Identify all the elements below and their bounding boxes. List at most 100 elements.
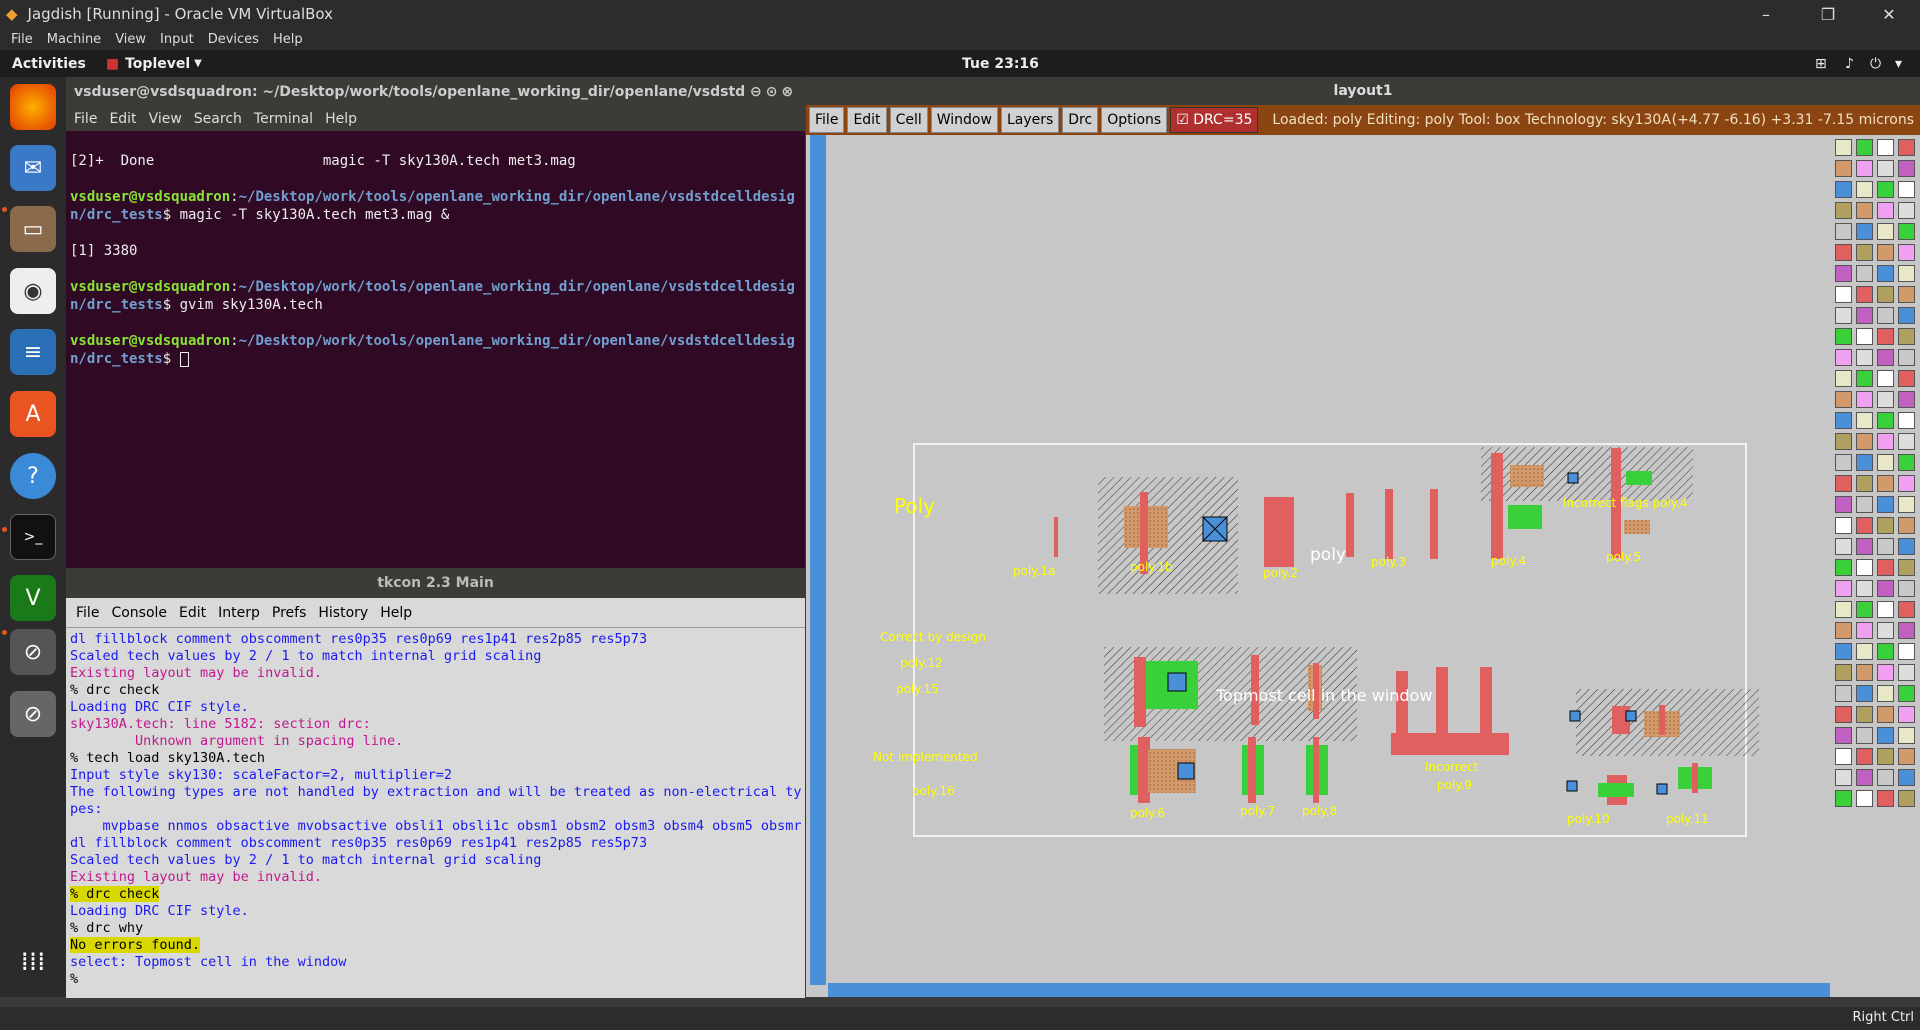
close-icon[interactable]: ⊗ (781, 84, 793, 100)
layer-swatch[interactable] (1835, 202, 1852, 219)
app-menu[interactable]: Toplevel (125, 56, 190, 72)
rhythmbox-icon[interactable]: ◉ (10, 268, 56, 314)
layer-swatch[interactable] (1835, 538, 1852, 555)
layer-swatch[interactable] (1898, 349, 1915, 366)
app-grid-icon[interactable]: ⁞⁞⁞ (10, 939, 56, 985)
layer-swatch[interactable] (1856, 496, 1873, 513)
layer-swatch[interactable] (1898, 181, 1915, 198)
minimize-icon[interactable]: ⊖ (750, 84, 762, 100)
layer-swatch[interactable] (1898, 538, 1915, 555)
layer-swatch[interactable] (1856, 475, 1873, 492)
layer-swatch[interactable] (1856, 181, 1873, 198)
magic-app-icon[interactable]: ⊘ (10, 629, 56, 675)
layer-swatch[interactable] (1877, 307, 1894, 324)
layer-swatch[interactable] (1898, 790, 1915, 807)
layer-swatch[interactable] (1898, 769, 1915, 786)
minimize-icon[interactable]: – (1743, 0, 1789, 28)
layer-swatch[interactable] (1835, 307, 1852, 324)
layer-swatch[interactable] (1877, 538, 1894, 555)
layer-swatch[interactable] (1877, 223, 1894, 240)
tk-menu-edit[interactable]: Edit (179, 605, 206, 621)
layout-canvas[interactable]: Poly poly.1a poly.1b poly.2 poly poly.3 … (828, 135, 1830, 981)
layer-swatch[interactable] (1877, 643, 1894, 660)
layer-swatch[interactable] (1856, 286, 1873, 303)
layer-swatch[interactable] (1856, 391, 1873, 408)
layer-swatch[interactable] (1856, 265, 1873, 282)
layer-swatch[interactable] (1856, 706, 1873, 723)
layer-swatch[interactable] (1898, 622, 1915, 639)
layer-swatch[interactable] (1898, 244, 1915, 261)
layer-swatch[interactable] (1898, 685, 1915, 702)
tk-menu-help[interactable]: Help (380, 605, 412, 621)
software-icon[interactable]: A (10, 391, 56, 437)
layer-swatch[interactable] (1877, 286, 1894, 303)
layer-swatch[interactable] (1835, 580, 1852, 597)
magic-menu-edit[interactable]: Edit (847, 107, 887, 133)
layer-swatch[interactable] (1877, 391, 1894, 408)
layer-swatch[interactable] (1877, 349, 1894, 366)
layer-swatch[interactable] (1856, 412, 1873, 429)
layer-swatch[interactable] (1835, 181, 1852, 198)
layer-swatch[interactable] (1835, 496, 1852, 513)
layer-swatch[interactable] (1898, 706, 1915, 723)
layer-swatch[interactable] (1877, 412, 1894, 429)
layer-swatch[interactable] (1856, 580, 1873, 597)
term-menu-terminal[interactable]: Terminal (254, 111, 313, 127)
layer-swatch[interactable] (1856, 643, 1873, 660)
layer-swatch[interactable] (1835, 160, 1852, 177)
layer-swatch[interactable] (1856, 601, 1873, 618)
layer-swatch[interactable] (1898, 412, 1915, 429)
drc-count-button[interactable]: ☑ DRC=35 (1170, 107, 1259, 133)
magic-app-icon-2[interactable]: ⊘ (10, 691, 56, 737)
layer-swatch[interactable] (1877, 727, 1894, 744)
layer-swatch[interactable] (1835, 790, 1852, 807)
layer-swatch[interactable] (1877, 265, 1894, 282)
layer-swatch[interactable] (1856, 769, 1873, 786)
close-icon[interactable]: ✕ (1866, 0, 1912, 28)
files-icon[interactable]: ▭ (10, 206, 56, 252)
menu-file[interactable]: File (11, 32, 33, 47)
layer-swatch[interactable] (1877, 580, 1894, 597)
thunderbird-icon[interactable]: ✉ (10, 145, 56, 191)
layer-swatch[interactable] (1856, 538, 1873, 555)
layer-swatch[interactable] (1856, 685, 1873, 702)
layer-swatch[interactable] (1877, 181, 1894, 198)
tk-menu-console[interactable]: Console (111, 605, 167, 621)
layer-swatch[interactable] (1856, 202, 1873, 219)
volume-icon[interactable]: ♪ (1845, 56, 1854, 72)
layer-swatch[interactable] (1898, 643, 1915, 660)
layer-swatch[interactable] (1835, 433, 1852, 450)
layer-swatch[interactable] (1835, 349, 1852, 366)
layer-swatch[interactable] (1856, 307, 1873, 324)
magic-menu-options[interactable]: Options (1101, 107, 1168, 133)
layer-swatch[interactable] (1898, 580, 1915, 597)
magic-menu-drc[interactable]: Drc (1062, 107, 1099, 133)
firefox-icon[interactable] (10, 84, 56, 130)
layer-swatch[interactable] (1877, 244, 1894, 261)
clock[interactable]: Tue 23:16 (962, 56, 1039, 72)
magic-menu-window[interactable]: Window (930, 107, 998, 133)
layer-swatch[interactable] (1877, 706, 1894, 723)
maximize-icon[interactable]: ⊙ (766, 84, 778, 100)
menu-input[interactable]: Input (160, 32, 194, 47)
layer-swatch[interactable] (1877, 454, 1894, 471)
layer-swatch[interactable] (1835, 643, 1852, 660)
layer-swatch[interactable] (1856, 790, 1873, 807)
layer-swatch[interactable] (1877, 769, 1894, 786)
layer-swatch[interactable] (1856, 664, 1873, 681)
tk-menu-interp[interactable]: Interp (218, 605, 260, 621)
layer-swatch[interactable] (1835, 601, 1852, 618)
gvim-icon[interactable]: V (10, 575, 56, 621)
layer-swatch[interactable] (1856, 370, 1873, 387)
layer-swatch[interactable] (1835, 769, 1852, 786)
magic-menu-cell[interactable]: Cell (889, 107, 928, 133)
layer-swatch[interactable] (1898, 307, 1915, 324)
writer-icon[interactable]: ≡ (10, 329, 56, 375)
layer-swatch[interactable] (1835, 412, 1852, 429)
layer-swatch[interactable] (1898, 748, 1915, 765)
layer-swatch[interactable] (1877, 433, 1894, 450)
layer-swatch[interactable] (1856, 559, 1873, 576)
tk-menu-history[interactable]: History (318, 605, 368, 621)
tk-menu-prefs[interactable]: Prefs (272, 605, 306, 621)
layer-swatch[interactable] (1835, 328, 1852, 345)
